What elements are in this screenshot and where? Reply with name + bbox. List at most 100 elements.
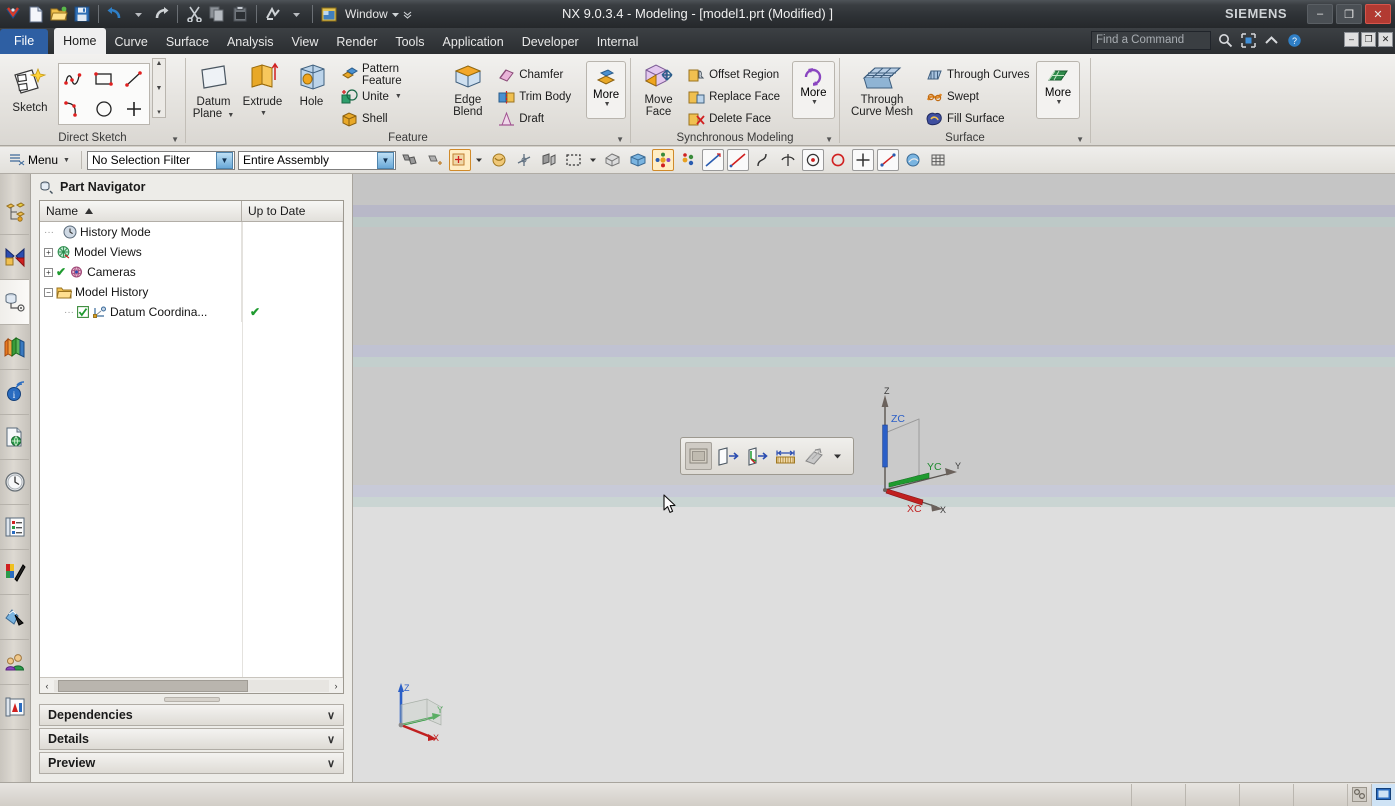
move-face-button[interactable]: Move Face xyxy=(635,58,682,120)
save-icon[interactable] xyxy=(71,3,93,25)
sketch-button[interactable]: Sketch xyxy=(4,62,56,124)
group-dialog-launcher-surface[interactable]: ▼ xyxy=(1076,132,1084,148)
group-dialog-launcher-synchronous[interactable]: ▼ xyxy=(825,132,833,148)
group-dialog-launcher-feature[interactable]: ▼ xyxy=(616,132,624,148)
selection-filter-combo[interactable]: No Selection Filter ▼ xyxy=(86,150,235,170)
tab-render[interactable]: Render xyxy=(327,30,386,54)
table-row[interactable]: ··· Datum Coordina... ✔ xyxy=(40,302,343,322)
tab-analysis[interactable]: Analysis xyxy=(218,30,283,54)
immediate-hide-icon[interactable] xyxy=(651,149,674,171)
maximize-button[interactable]: ❐ xyxy=(1336,4,1362,24)
synchronous-more-button[interactable]: More ▼ xyxy=(791,61,835,119)
document-close-button[interactable]: ✕ xyxy=(1378,32,1393,47)
document-restore-button[interactable]: ❐ xyxy=(1361,32,1376,47)
sidebar-item-part-navigator[interactable] xyxy=(0,280,29,325)
copy-icon[interactable] xyxy=(206,3,228,25)
linear-dimension-icon[interactable] xyxy=(772,442,799,470)
offset-region-button[interactable]: Offset Region xyxy=(684,64,790,85)
document-minimize-button[interactable]: – xyxy=(1344,32,1359,47)
point-cross-icon[interactable] xyxy=(851,149,874,171)
through-curves-button[interactable]: Through Curves xyxy=(922,64,1034,85)
sidebar-item-system-visualization[interactable] xyxy=(0,685,29,730)
scroll-left-icon[interactable]: ‹ xyxy=(40,679,54,693)
chevron-down-icon[interactable]: ▼ xyxy=(215,151,233,169)
through-curve-mesh-button[interactable]: Through Curve Mesh xyxy=(844,58,920,120)
create-datum-csys-icon[interactable] xyxy=(743,442,770,470)
paste-icon[interactable] xyxy=(229,3,251,25)
chevron-down-icon[interactable]: ▼ xyxy=(1056,99,1063,106)
selection-scope-combo[interactable]: Entire Assembly ▼ xyxy=(237,150,396,170)
tab-curve[interactable]: Curve xyxy=(106,30,157,54)
search-icon[interactable] xyxy=(1216,32,1234,50)
gallery-scroll-up-icon[interactable]: ▲ xyxy=(156,60,163,67)
redo-icon[interactable] xyxy=(150,3,172,25)
overflow-chevron-icon[interactable] xyxy=(403,10,412,19)
edge-blend-button[interactable]: Edge Blend xyxy=(443,58,492,120)
swept-button[interactable]: Swept xyxy=(922,86,1034,107)
face-finder-icon[interactable] xyxy=(488,149,510,171)
tab-surface[interactable]: Surface xyxy=(157,30,218,54)
tab-view[interactable]: View xyxy=(282,30,327,54)
line-draw-icon[interactable] xyxy=(726,149,749,171)
pattern-feature-button[interactable]: Pattern Feature xyxy=(337,63,441,87)
panel-details[interactable]: Details ∨ xyxy=(39,728,344,750)
sidebar-item-reuse-library[interactable] xyxy=(0,325,29,370)
cut-icon[interactable] xyxy=(183,3,205,25)
table-row[interactable]: ··· History Mode xyxy=(40,222,343,242)
chamfer-button[interactable]: Chamfer xyxy=(494,64,584,85)
chevron-down-icon[interactable]: ∨ xyxy=(327,757,335,770)
qat-customize-icon[interactable] xyxy=(285,3,307,25)
undo-dropdown-icon[interactable] xyxy=(127,3,149,25)
sidebar-item-history[interactable] xyxy=(0,460,29,505)
group-dialog-launcher-direct-sketch[interactable]: ▼ xyxy=(171,132,179,148)
sidebar-item-constraint-navigator[interactable] xyxy=(0,235,29,280)
tab-home[interactable]: Home xyxy=(54,28,106,54)
feature-checkbox[interactable] xyxy=(77,306,89,318)
open-folder-icon[interactable] xyxy=(48,3,70,25)
datum-plane-button[interactable]: Datum Plane ▼ xyxy=(190,58,237,123)
tab-application[interactable]: Application xyxy=(434,30,513,54)
status-settings-icon[interactable] xyxy=(1347,783,1371,806)
surface-more-button[interactable]: More ▼ xyxy=(1036,61,1080,119)
panel-preview[interactable]: Preview ∨ xyxy=(39,752,344,774)
circle-outline-icon[interactable] xyxy=(827,149,849,171)
sidebar-item-system-scene[interactable] xyxy=(0,595,29,640)
replace-face-button[interactable]: Replace Face xyxy=(684,86,790,107)
fill-surface-button[interactable]: Fill Surface xyxy=(922,108,1034,129)
snap-point-icon[interactable] xyxy=(448,149,471,171)
help-icon[interactable]: ? xyxy=(1285,32,1303,50)
search-input[interactable]: Find a Command xyxy=(1091,31,1211,50)
profile-icon[interactable] xyxy=(59,64,89,94)
move-to-layer-icon[interactable] xyxy=(677,149,699,171)
rectangle-select-dropdown-icon[interactable] xyxy=(588,149,599,171)
circle-center-icon[interactable] xyxy=(801,149,824,171)
scrollbar-thumb[interactable] xyxy=(58,679,248,692)
chevron-down-icon[interactable]: ▼ xyxy=(395,93,402,100)
grid-view-icon[interactable] xyxy=(927,149,949,171)
snap-point-dropdown-icon[interactable] xyxy=(474,149,485,171)
expand-icon[interactable]: + xyxy=(44,247,53,257)
unite-button[interactable]: Unite ▼ xyxy=(337,86,441,107)
datum-coordinate-system[interactable]: Z ZC Y YC X XC xyxy=(867,385,967,515)
chevron-down-icon[interactable]: ▼ xyxy=(376,151,394,169)
delete-face-button[interactable]: Delete Face xyxy=(684,108,790,129)
column-header-name[interactable]: Name xyxy=(40,201,242,221)
sketch-section-icon[interactable] xyxy=(801,442,828,470)
collapse-ribbon-icon[interactable] xyxy=(1262,32,1280,50)
gallery-scroll-down-icon[interactable]: ▼ xyxy=(156,85,163,92)
sidebar-item-roles[interactable] xyxy=(0,640,29,685)
tab-tools[interactable]: Tools xyxy=(386,30,433,54)
hole-button[interactable]: Hole xyxy=(288,58,335,120)
gallery-scrollbar[interactable]: ▲ ▼ ▾ xyxy=(152,58,166,118)
sidebar-item-web-browser[interactable] xyxy=(0,415,29,460)
sidebar-item-system-materials[interactable] xyxy=(0,550,29,595)
feature-more-button[interactable]: More ▼ xyxy=(586,61,626,119)
sidebar-item-process-studio[interactable] xyxy=(0,505,29,550)
minimize-button[interactable]: – xyxy=(1307,4,1333,24)
panel-splitter[interactable] xyxy=(31,694,352,704)
close-button[interactable]: ✕ xyxy=(1365,4,1391,24)
table-row[interactable]: − Model History xyxy=(40,282,343,302)
undo-icon[interactable] xyxy=(104,3,126,25)
table-row[interactable]: + Model Views xyxy=(40,242,343,262)
column-header-up-to-date[interactable]: Up to Date xyxy=(242,201,311,221)
